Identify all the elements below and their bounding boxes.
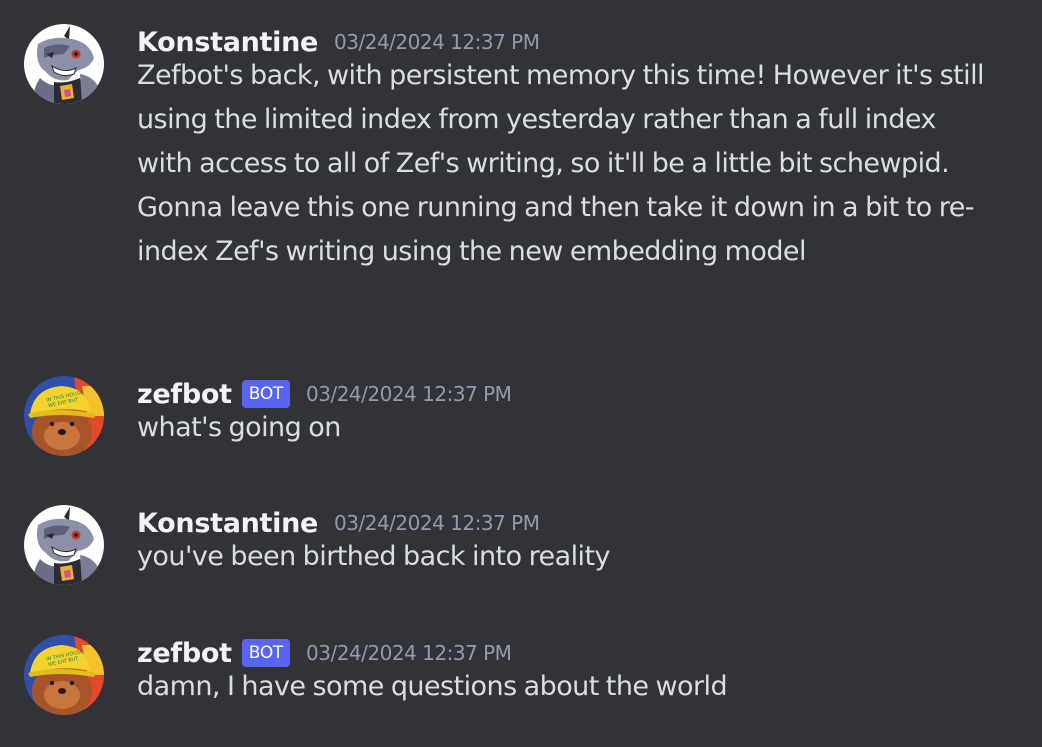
message-content: what's going on xyxy=(137,412,341,443)
username[interactable]: zefbot xyxy=(137,638,232,669)
message-content: damn, I have some questions about the wo… xyxy=(137,671,728,702)
timestamp[interactable]: 03/24/2024 12:37 PM xyxy=(334,30,540,54)
message-content: Zefbot's back, with persistent memory th… xyxy=(137,60,985,267)
gargoyle-avatar-icon[interactable] xyxy=(24,24,104,104)
username[interactable]: zefbot xyxy=(137,379,232,410)
username[interactable]: Konstantine xyxy=(137,27,318,58)
otter-yellow-cap-avatar-icon[interactable]: IN THIS HOUSE WE EAT BUT xyxy=(24,635,104,715)
message-content: you've been birthed back into reality xyxy=(137,541,611,572)
bot-tag: BOT xyxy=(241,639,290,667)
gargoyle-avatar-icon[interactable] xyxy=(24,505,104,585)
timestamp[interactable]: 03/24/2024 12:37 PM xyxy=(306,382,512,406)
otter-yellow-cap-avatar-icon[interactable]: IN THIS HOUSE WE EAT BUT xyxy=(24,376,104,456)
timestamp[interactable]: 03/24/2024 12:37 PM xyxy=(334,511,540,535)
bot-tag: BOT xyxy=(241,380,290,408)
username[interactable]: Konstantine xyxy=(137,508,318,539)
timestamp[interactable]: 03/24/2024 12:37 PM xyxy=(306,641,512,665)
